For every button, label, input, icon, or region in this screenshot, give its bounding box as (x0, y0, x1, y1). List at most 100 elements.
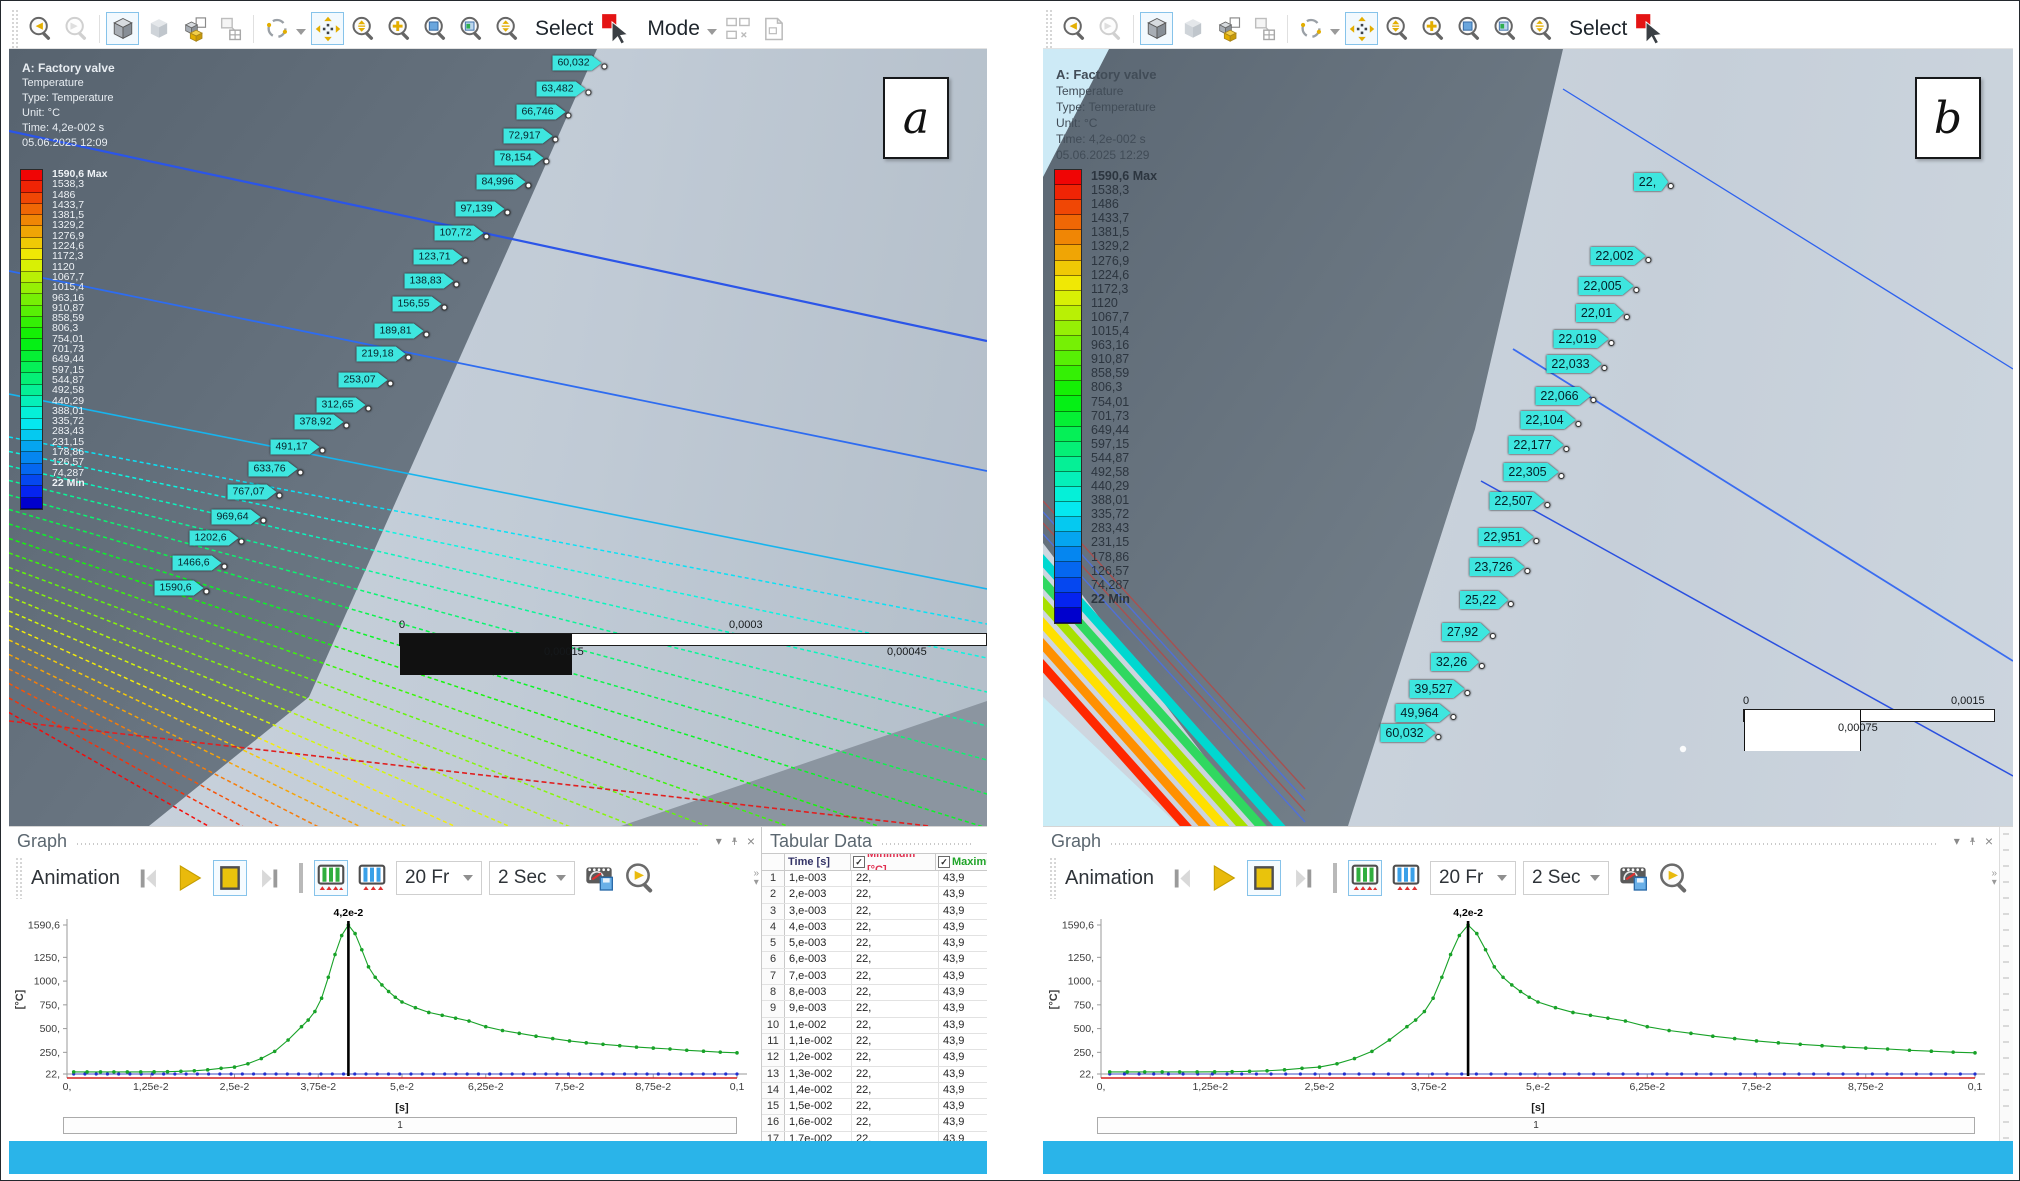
zoom-in-button[interactable] (383, 12, 416, 45)
result-sets-button[interactable] (314, 860, 348, 896)
table-row[interactable]: 22,e-00322,43,9 (762, 887, 987, 903)
seconds-dropdown[interactable]: 2 Sec (1523, 861, 1609, 895)
probe-tag[interactable]: 22,01 (1576, 304, 1624, 322)
probe-tag[interactable]: 219,18 (356, 347, 405, 362)
time-column-header[interactable]: Time [s] (785, 854, 851, 870)
viewport-layout-button[interactable] (1248, 12, 1281, 45)
probe-tag[interactable]: 22,033 (1546, 355, 1601, 373)
animation-first-frame-button[interactable] (1165, 860, 1199, 896)
zoom-previous-view-button[interactable] (1058, 12, 1091, 45)
probe-tag[interactable]: 25,22 (1460, 591, 1508, 609)
animation-first-frame-button[interactable] (131, 860, 165, 896)
probe-tag[interactable]: 72,917 (503, 129, 552, 144)
table-row[interactable]: 55,e-00322,43,9 (762, 936, 987, 952)
isometric-view-button[interactable] (1140, 12, 1173, 45)
probe-tag[interactable]: 189,81 (374, 324, 423, 339)
view-presets-button[interactable] (178, 12, 211, 45)
rotate-options-caret-icon[interactable] (296, 29, 306, 35)
probe-tag[interactable]: 1590,6 (154, 581, 203, 596)
table-row[interactable]: 99,e-00322,43,9 (762, 1001, 987, 1017)
probe-tag[interactable]: 138,83 (404, 274, 453, 289)
animation-play-button[interactable] (1206, 860, 1240, 896)
close-icon[interactable]: × (1985, 833, 1993, 849)
shaded-view-button[interactable] (142, 12, 175, 45)
selection-mode-button[interactable] (758, 12, 791, 45)
export-video-button[interactable] (1616, 860, 1650, 896)
zoom-previous-view-button[interactable] (24, 12, 57, 45)
table-row[interactable]: 151,5e-00222,43,9 (762, 1099, 987, 1115)
seconds-dropdown[interactable]: 2 Sec (489, 861, 575, 895)
probe-tag[interactable]: 22,002 (1590, 247, 1645, 265)
3d-viewport[interactable]: A: Factory valve Temperature Type: Tempe… (1043, 49, 2013, 826)
frames-dropdown[interactable]: 20 Fr (1430, 861, 1516, 895)
toolbar-drag-grip[interactable] (11, 9, 18, 48)
animation-last-frame-button[interactable] (1288, 860, 1322, 896)
pin-icon[interactable] (1967, 836, 1978, 847)
pan-button[interactable] (1345, 12, 1378, 45)
zoom-next-view-button[interactable] (1094, 12, 1127, 45)
probe-tag[interactable]: 60,032 (1380, 724, 1435, 742)
probe-tag[interactable]: 767,07 (227, 485, 276, 500)
probe-tag[interactable]: 22, (1634, 173, 1668, 191)
probe-tag[interactable]: 22,507 (1489, 492, 1544, 510)
table-row[interactable]: 44,e-00322,43,9 (762, 920, 987, 936)
chart-probe-button[interactable] (623, 860, 657, 896)
animation-toolbar-grip[interactable] (15, 857, 22, 899)
time-steps-button[interactable] (355, 860, 389, 896)
table-row[interactable]: 121,2e-00222,43,9 (762, 1050, 987, 1066)
probe-tag[interactable]: 22,305 (1503, 463, 1558, 481)
select-label[interactable]: Select (535, 17, 593, 41)
zoom-selection-button[interactable] (1489, 12, 1522, 45)
probe-tag[interactable]: 156,55 (392, 297, 441, 312)
probe-tag[interactable]: 78,154 (494, 151, 543, 166)
probe-tag[interactable]: 107,72 (434, 226, 483, 241)
chart-probe-button[interactable] (1657, 860, 1691, 896)
time-steps-button[interactable] (1389, 860, 1423, 896)
probe-tag[interactable]: 60,032 (552, 56, 601, 71)
animation-last-frame-button[interactable] (254, 860, 288, 896)
probe-tag[interactable]: 22,066 (1535, 387, 1590, 405)
probe-tag[interactable]: 123,71 (413, 250, 462, 265)
probe-tag[interactable]: 378,92 (294, 415, 343, 430)
zoom-extents-button[interactable] (1525, 12, 1558, 45)
minimum-column-header[interactable]: ✓Minimum [°C] (851, 854, 936, 870)
panel-menu-caret-icon[interactable]: ▾ (716, 834, 722, 848)
panel-splitter-chevrons-icon[interactable]: »▾ (1991, 869, 1997, 887)
probe-tag[interactable]: 1202,6 (189, 531, 238, 546)
table-row[interactable]: 141,4e-00222,43,9 (762, 1083, 987, 1099)
result-set-slider[interactable]: 1 (63, 1117, 737, 1134)
view-presets-button[interactable] (1212, 12, 1245, 45)
zoom-button[interactable] (1381, 12, 1414, 45)
animation-play-button[interactable] (172, 860, 206, 896)
rotate-button[interactable] (1294, 12, 1327, 45)
select-label[interactable]: Select (1569, 17, 1627, 41)
table-row[interactable]: 101,e-00222,43,9 (762, 1018, 987, 1034)
zoom-extents-button[interactable] (491, 12, 524, 45)
pin-icon[interactable] (729, 836, 740, 847)
probe-tag[interactable]: 1466,6 (172, 556, 221, 571)
table-row[interactable]: 66,e-00322,43,9 (762, 952, 987, 968)
probe-tag[interactable]: 633,76 (248, 462, 297, 477)
probe-tag[interactable]: 66,746 (516, 105, 565, 120)
animation-toolbar-grip[interactable] (1049, 857, 1056, 899)
table-row[interactable]: 131,3e-00222,43,9 (762, 1067, 987, 1083)
probe-tag[interactable]: 312,65 (316, 398, 365, 413)
frames-dropdown[interactable]: 20 Fr (396, 861, 482, 895)
animation-stop-button[interactable] (213, 860, 247, 896)
probe-tag[interactable]: 63,482 (536, 82, 585, 97)
zoom-selection-button[interactable] (455, 12, 488, 45)
panel-splitter-chevrons-icon[interactable]: »▾ (753, 869, 759, 887)
probe-tag[interactable]: 22,005 (1578, 277, 1633, 295)
maximum-column-header[interactable]: ✓Maximum [ (936, 854, 987, 870)
table-row[interactable]: 11,e-00322,43,9 (762, 871, 987, 887)
probe-tag[interactable]: 22,019 (1553, 330, 1608, 348)
pan-button[interactable] (311, 12, 344, 45)
table-row[interactable]: 88,e-00322,43,9 (762, 985, 987, 1001)
rotate-options-caret-icon[interactable] (1330, 29, 1340, 35)
probe-tag[interactable]: 22,177 (1508, 436, 1563, 454)
toolbar-drag-grip[interactable] (1045, 9, 1052, 48)
viewport-layout-button[interactable] (214, 12, 247, 45)
probe-tag[interactable]: 22,951 (1478, 528, 1533, 546)
probe-tag[interactable]: 969,64 (211, 510, 260, 525)
isometric-view-button[interactable] (106, 12, 139, 45)
